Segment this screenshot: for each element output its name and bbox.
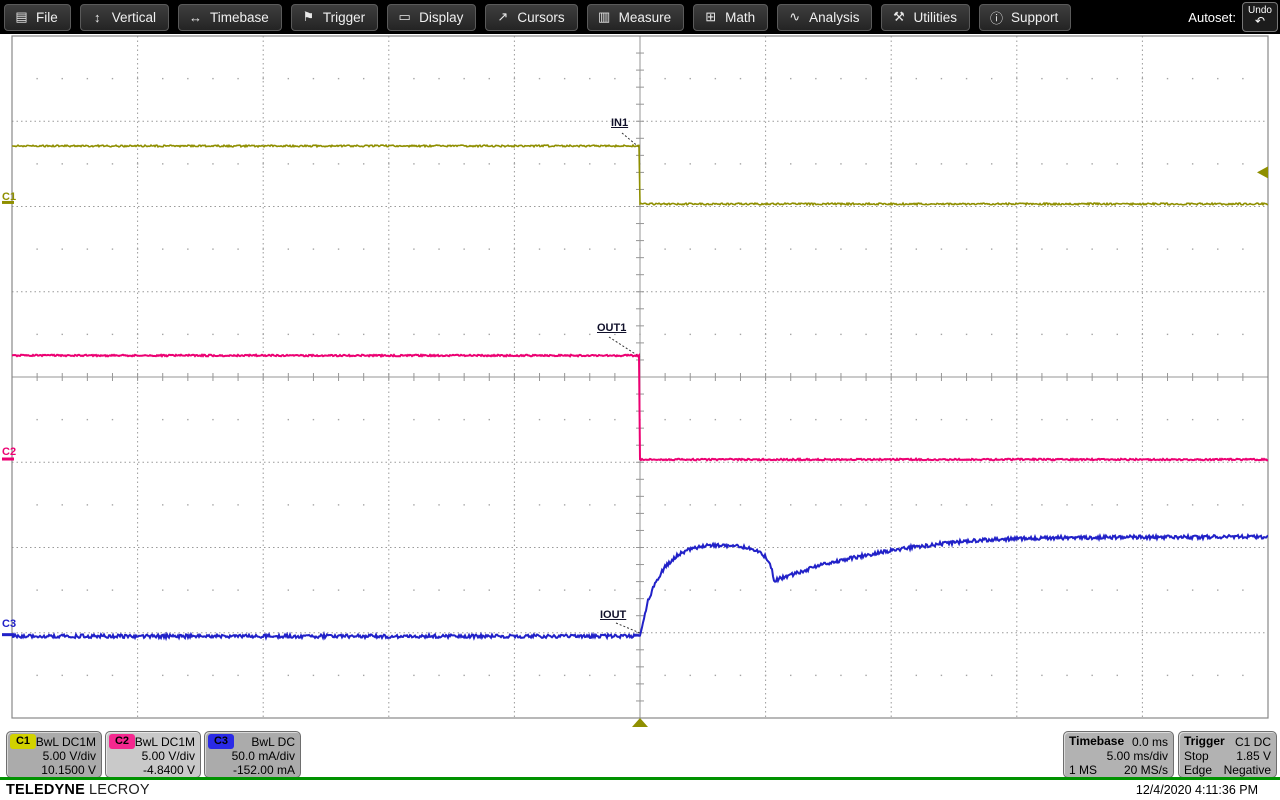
menu-display[interactable]: ▭ Display: [387, 4, 476, 31]
trace-label-out1: OUT1: [597, 322, 626, 334]
menu-analysis-label: Analysis: [809, 10, 859, 25]
menu-measure-label: Measure: [619, 10, 672, 25]
menu-utilities[interactable]: ⚒ Utilities: [881, 4, 970, 31]
menu-file-label: File: [36, 10, 58, 25]
timebase-icon: ↔: [188, 10, 203, 25]
menu-trigger-label: Trigger: [323, 10, 365, 25]
menu-display-label: Display: [419, 10, 463, 25]
display-icon: ▭: [397, 9, 412, 25]
timebase-samplerate: 20 MS/s: [1124, 763, 1168, 777]
menu-math[interactable]: ⊞ Math: [693, 4, 768, 31]
channel-c1-marker[interactable]: C1: [2, 192, 16, 203]
teledyne-lecroy-logo: TELEDYNELECROY: [6, 782, 150, 798]
menu-math-label: Math: [725, 10, 755, 25]
file-icon: ▤: [14, 9, 29, 25]
c1-badge: C1: [10, 734, 36, 749]
channel-c1-descriptor-box[interactable]: C1 BwL DC1M 5.00 V/div 10.1500 V: [6, 731, 102, 778]
c1-scale: 5.00 V/div: [43, 749, 96, 763]
menu-support[interactable]: ⓘ Support: [979, 4, 1071, 31]
menu-measure[interactable]: ▥ Measure: [587, 4, 685, 31]
timebase-scale: 5.00 ms/div: [1107, 749, 1168, 763]
menu-file[interactable]: ▤ File: [4, 4, 71, 31]
menu-timebase-label: Timebase: [210, 10, 269, 25]
trigger-type: Edge: [1184, 763, 1212, 777]
brand-lecroy: LECROY: [89, 782, 150, 798]
channel-c2-descriptor-box[interactable]: C2 BwL DC1M 5.00 V/div -4.8400 V: [105, 731, 201, 778]
menu-bar: ▤ File ↕ Vertical ↔ Timebase ⚑ Trigger ▭ Disp…: [0, 0, 1280, 34]
footer-bar: TELEDYNELECROY 12/4/2020 4:11:36 PM: [0, 780, 1280, 800]
trigger-icon: ⚑: [301, 9, 316, 25]
undo-icon: ↶: [1255, 14, 1265, 28]
menu-timebase[interactable]: ↔ Timebase: [178, 4, 282, 31]
trigger-source: C1 DC: [1235, 735, 1271, 749]
c3-badge: C3: [208, 734, 234, 749]
vertical-icon: ↕: [90, 10, 105, 25]
trigger-mode: Stop: [1184, 749, 1209, 763]
c3-scale: 50.0 mA/div: [232, 749, 295, 763]
channel-c3-marker[interactable]: C3: [2, 619, 16, 630]
cursors-icon: ↗: [495, 9, 510, 25]
menu-vertical-label: Vertical: [112, 10, 156, 25]
trace-label-iout: IOUT: [600, 609, 626, 621]
c2-offset: -4.8400 V: [143, 763, 195, 777]
c3-offset: -152.00 mA: [233, 763, 295, 777]
waveform-display: [0, 0, 1280, 800]
timebase-descriptor-box[interactable]: Timebase 0.0 ms 5.00 ms/div 1 MS 20 MS/s: [1063, 731, 1174, 778]
analysis-icon: ∿: [787, 9, 802, 25]
c2-coupling: BwL DC1M: [135, 735, 195, 749]
menu-support-label: Support: [1011, 10, 1058, 25]
timebase-title: Timebase: [1069, 734, 1124, 748]
menu-vertical[interactable]: ↕ Vertical: [80, 4, 169, 31]
trigger-slope: Negative: [1224, 763, 1271, 777]
menu-utilities-label: Utilities: [913, 10, 957, 25]
timebase-delay: 0.0 ms: [1132, 735, 1168, 749]
c1-offset: 10.1500 V: [41, 763, 96, 777]
channel-c3-descriptor-box[interactable]: C3 BwL DC 50.0 mA/div -152.00 mA: [204, 731, 301, 778]
datetime-display: 12/4/2020 4:11:36 PM: [1136, 783, 1258, 797]
measure-icon: ▥: [597, 9, 612, 25]
menu-cursors[interactable]: ↗ Cursors: [485, 4, 577, 31]
menu-cursors-label: Cursors: [517, 10, 564, 25]
c1-coupling: BwL DC1M: [36, 735, 96, 749]
trace-label-in1: IN1: [611, 117, 628, 129]
c2-scale: 5.00 V/div: [142, 749, 195, 763]
timebase-memory: 1 MS: [1069, 763, 1097, 777]
trigger-descriptor-box[interactable]: Trigger C1 DC Stop 1.85 V Edge Negative: [1178, 731, 1277, 778]
trigger-title: Trigger: [1184, 734, 1225, 748]
channel-c2-marker[interactable]: C2: [2, 447, 16, 458]
autoset-label: Autoset:: [1188, 10, 1236, 25]
c2-badge: C2: [109, 734, 135, 749]
trigger-level: 1.85 V: [1236, 749, 1271, 763]
support-icon: ⓘ: [989, 8, 1004, 27]
menu-trigger[interactable]: ⚑ Trigger: [291, 4, 378, 31]
topbar-right: Autoset: Undo↶: [1188, 0, 1278, 34]
undo-autoset-button[interactable]: Undo↶: [1242, 2, 1278, 32]
utilities-icon: ⚒: [891, 9, 906, 25]
math-icon: ⊞: [703, 9, 718, 25]
menu-analysis[interactable]: ∿ Analysis: [777, 4, 872, 31]
brand-teledyne: TELEDYNE: [6, 782, 85, 798]
oscilloscope-screen: ▤ File ↕ Vertical ↔ Timebase ⚑ Trigger ▭ Disp…: [0, 0, 1280, 800]
c3-coupling: BwL DC: [251, 735, 295, 749]
